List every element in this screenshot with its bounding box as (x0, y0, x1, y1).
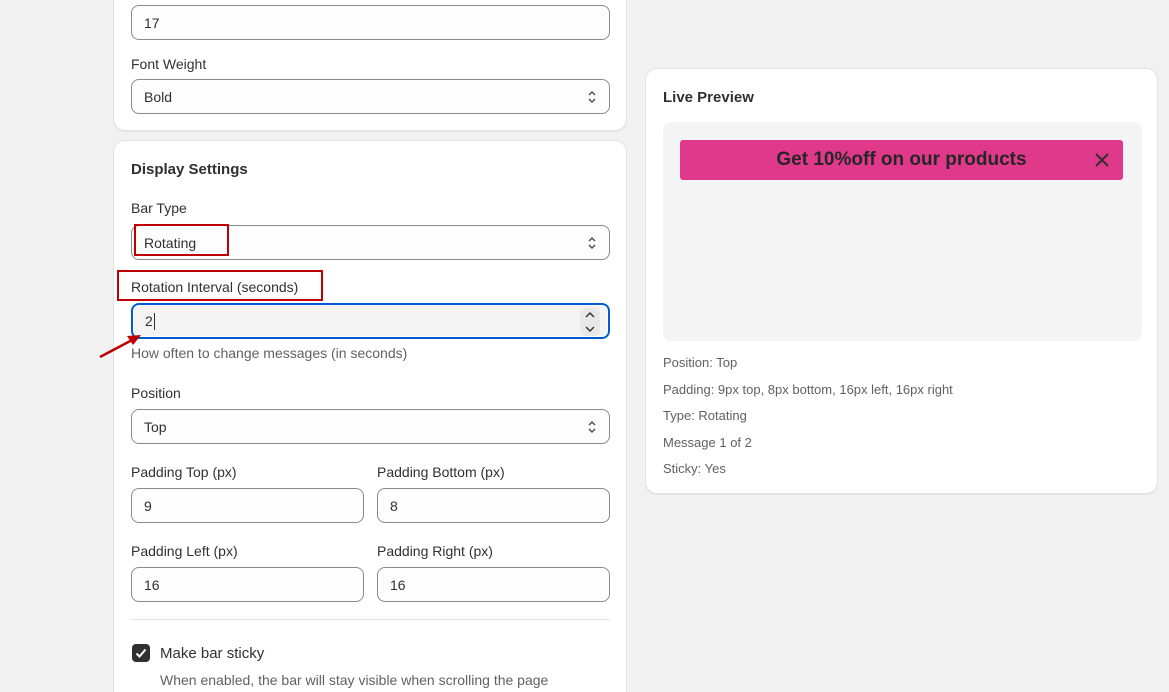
preview-meta-padding: Padding: 9px top, 8px bottom, 16px left,… (663, 382, 953, 397)
announcement-bar: Get 10%off on our products (680, 140, 1123, 180)
preview-meta-sticky: Sticky: Yes (663, 461, 726, 476)
font-weight-select[interactable]: Bold (131, 79, 610, 114)
font-size-value: 17 (144, 14, 160, 31)
padding-left-label: Padding Left (px) (131, 543, 238, 559)
rotation-interval-input[interactable]: 2 (131, 303, 610, 339)
sticky-checkbox[interactable] (132, 644, 150, 662)
preview-canvas: Get 10%off on our products (663, 122, 1142, 341)
padding-bottom-input[interactable]: 8 (377, 488, 610, 523)
padding-top-value: 9 (144, 497, 152, 514)
live-preview-heading: Live Preview (663, 89, 754, 106)
preview-meta-message: Message 1 of 2 (663, 435, 752, 450)
text-cursor (153, 312, 155, 330)
sticky-help: When enabled, the bar will stay visible … (160, 672, 549, 688)
section-divider (131, 619, 610, 620)
bar-type-label: Bar Type (131, 200, 187, 216)
checkmark-icon (135, 648, 147, 658)
rotation-interval-help: How often to change messages (in seconds… (131, 345, 408, 361)
padding-bottom-value: 8 (390, 497, 398, 514)
bar-type-select[interactable]: Rotating (131, 225, 610, 260)
number-stepper[interactable] (580, 308, 600, 336)
padding-left-input[interactable]: 16 (131, 567, 364, 602)
preview-meta-position: Position: Top (663, 355, 738, 370)
font-weight-value: Bold (144, 88, 173, 105)
padding-right-label: Padding Right (px) (377, 543, 493, 559)
padding-right-input[interactable]: 16 (377, 567, 610, 602)
bar-type-value: Rotating (144, 234, 197, 251)
padding-bottom-label: Padding Bottom (px) (377, 464, 505, 480)
preview-meta-type: Type: Rotating (663, 408, 747, 423)
live-preview-card: Live Preview Get 10%off on our products … (645, 68, 1158, 494)
display-settings-card: Display Settings Bar Type Rotating Rotat… (113, 140, 627, 692)
sticky-label[interactable]: Make bar sticky (160, 645, 264, 662)
select-chevrons-icon (588, 90, 596, 103)
stepper-up-icon[interactable] (580, 308, 600, 322)
select-chevrons-icon (588, 236, 596, 249)
rotation-interval-value: 2 (145, 313, 153, 329)
announcement-text: Get 10%off on our products (776, 149, 1027, 170)
padding-right-value: 16 (390, 576, 406, 593)
close-icon[interactable] (1094, 152, 1110, 168)
display-settings-heading: Display Settings (131, 161, 248, 178)
stepper-down-icon[interactable] (580, 322, 600, 336)
position-select[interactable]: Top (131, 409, 610, 444)
select-chevrons-icon (588, 420, 596, 433)
padding-top-input[interactable]: 9 (131, 488, 364, 523)
typography-card: 17 Font Weight Bold (113, 0, 627, 131)
font-weight-label: Font Weight (131, 56, 207, 72)
padding-left-value: 16 (144, 576, 160, 593)
font-size-input[interactable]: 17 (131, 5, 610, 40)
annotation-arrow-icon (99, 335, 141, 359)
position-label: Position (131, 385, 181, 401)
padding-top-label: Padding Top (px) (131, 464, 237, 480)
position-value: Top (144, 418, 167, 435)
rotation-interval-label: Rotation Interval (seconds) (131, 279, 299, 295)
